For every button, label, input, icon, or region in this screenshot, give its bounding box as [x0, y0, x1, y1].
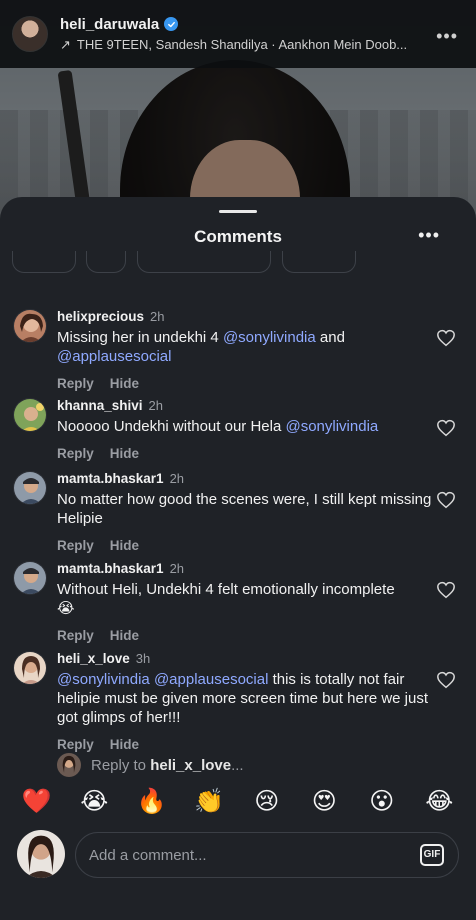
audio-title: THE 9TEEN, Sandesh Shandilya · Aankhon M…: [76, 37, 408, 52]
heart-icon[interactable]: [436, 581, 456, 599]
comment-text: Without Heli, Undekhi 4 felt emotionally…: [57, 581, 395, 617]
filter-chip[interactable]: [282, 251, 356, 273]
commenter-avatar[interactable]: [13, 309, 47, 343]
emoji-heart-eyes[interactable]: 😍: [304, 787, 344, 817]
comment-username[interactable]: helixprecious: [57, 309, 144, 324]
mention-link[interactable]: @sonylivindia: [57, 671, 150, 688]
comment-username[interactable]: mamta.bhaskar1: [57, 471, 164, 486]
comment-time: 3h: [135, 651, 151, 666]
comment-time: 2h: [150, 309, 165, 324]
comment-text: Nooooo Undekhi without our Hela @sonyliv…: [57, 418, 379, 435]
mention-link[interactable]: @sonylivindia: [285, 418, 378, 435]
comment-time: 2h: [169, 471, 185, 486]
comment-username[interactable]: heli_x_love: [57, 651, 130, 666]
heart-icon[interactable]: [436, 671, 456, 689]
author-username[interactable]: heli_daruwala: [60, 16, 159, 33]
comment-text: Missing her in undekhi 4 @sonylivindia a…: [57, 329, 345, 365]
commenter-avatar[interactable]: [13, 651, 47, 685]
heart-icon[interactable]: [436, 419, 456, 437]
mention-link[interactable]: @applausesocial: [57, 348, 171, 365]
emoji-clap[interactable]: 👏: [189, 787, 229, 817]
comment-username[interactable]: mamta.bhaskar1: [57, 561, 164, 576]
reply-button[interactable]: Reply: [57, 737, 94, 752]
reply-button[interactable]: Reply: [57, 446, 94, 461]
comment-input[interactable]: Add a comment... GIF: [75, 832, 459, 878]
filter-chip[interactable]: [137, 251, 271, 273]
emoji-sob[interactable]: 😭: [74, 787, 114, 817]
sheet-grabber[interactable]: [219, 210, 257, 213]
reply-target-user: heli_x_love: [150, 756, 232, 774]
filter-chips: [0, 251, 476, 283]
current-user-avatar: [17, 830, 65, 878]
comment-time: 2h: [169, 561, 185, 576]
post-header: heli_daruwala ↗ THE 9TEEN, Sandesh Shand…: [0, 0, 476, 68]
emoji-surprised[interactable]: 😮: [362, 787, 402, 817]
heart-icon[interactable]: [436, 491, 456, 509]
heart-icon[interactable]: [436, 329, 456, 347]
comment-text: No matter how good the scenes were, I st…: [57, 491, 432, 527]
filter-chip[interactable]: [86, 251, 126, 273]
comment-username[interactable]: khanna_shivi: [57, 398, 143, 413]
filter-chip[interactable]: [12, 251, 76, 273]
reply-button[interactable]: Reply: [57, 628, 94, 643]
comment-composer-bar: ❤️ 😭 🔥 👏 😢 😍 😮 😂 Add a comment... GIF: [0, 777, 476, 920]
comment-time: 2h: [148, 398, 164, 413]
more-options-icon[interactable]: •••: [436, 26, 458, 47]
emoji-heart[interactable]: ❤️: [17, 787, 57, 817]
sheet-title: Comments: [194, 227, 282, 246]
emoji-cry[interactable]: 😢: [247, 787, 287, 817]
comment-input-placeholder: Add a comment...: [89, 846, 207, 864]
reply-button[interactable]: Reply: [57, 376, 94, 391]
hide-button[interactable]: Hide: [110, 538, 139, 553]
crying-emoji: 😭: [57, 600, 75, 617]
author-avatar[interactable]: [12, 16, 48, 52]
comment-text: @sonylivindia @applausesocial this is to…: [57, 671, 429, 726]
reply-to-indicator[interactable]: Reply to heli_x_love...: [57, 753, 244, 777]
hide-button[interactable]: Hide: [110, 446, 139, 461]
commenter-avatar[interactable]: [13, 471, 47, 505]
hide-button[interactable]: Hide: [110, 376, 139, 391]
hide-button[interactable]: Hide: [110, 628, 139, 643]
commenter-avatar[interactable]: [13, 398, 47, 432]
reply-prefix: Reply to: [91, 756, 151, 774]
arrow-up-right-icon: ↗: [60, 36, 71, 52]
sheet-more-icon[interactable]: •••: [418, 225, 440, 246]
emoji-laugh[interactable]: 😂: [419, 787, 459, 817]
reply-button[interactable]: Reply: [57, 538, 94, 553]
mention-link[interactable]: @applausesocial: [154, 671, 268, 688]
verified-badge-icon: [164, 17, 179, 31]
hide-button[interactable]: Hide: [110, 737, 139, 752]
quick-emoji-bar: ❤️ 😭 🔥 👏 😢 😍 😮 😂: [0, 787, 476, 817]
audio-attribution[interactable]: ↗ THE 9TEEN, Sandesh Shandilya · Aankhon…: [60, 37, 407, 53]
reply-avatar: [57, 753, 81, 777]
mention-link[interactable]: @sonylivindia: [223, 329, 316, 346]
emoji-fire[interactable]: 🔥: [132, 787, 172, 817]
gif-icon[interactable]: GIF: [420, 844, 444, 866]
commenter-avatar[interactable]: [13, 561, 47, 595]
